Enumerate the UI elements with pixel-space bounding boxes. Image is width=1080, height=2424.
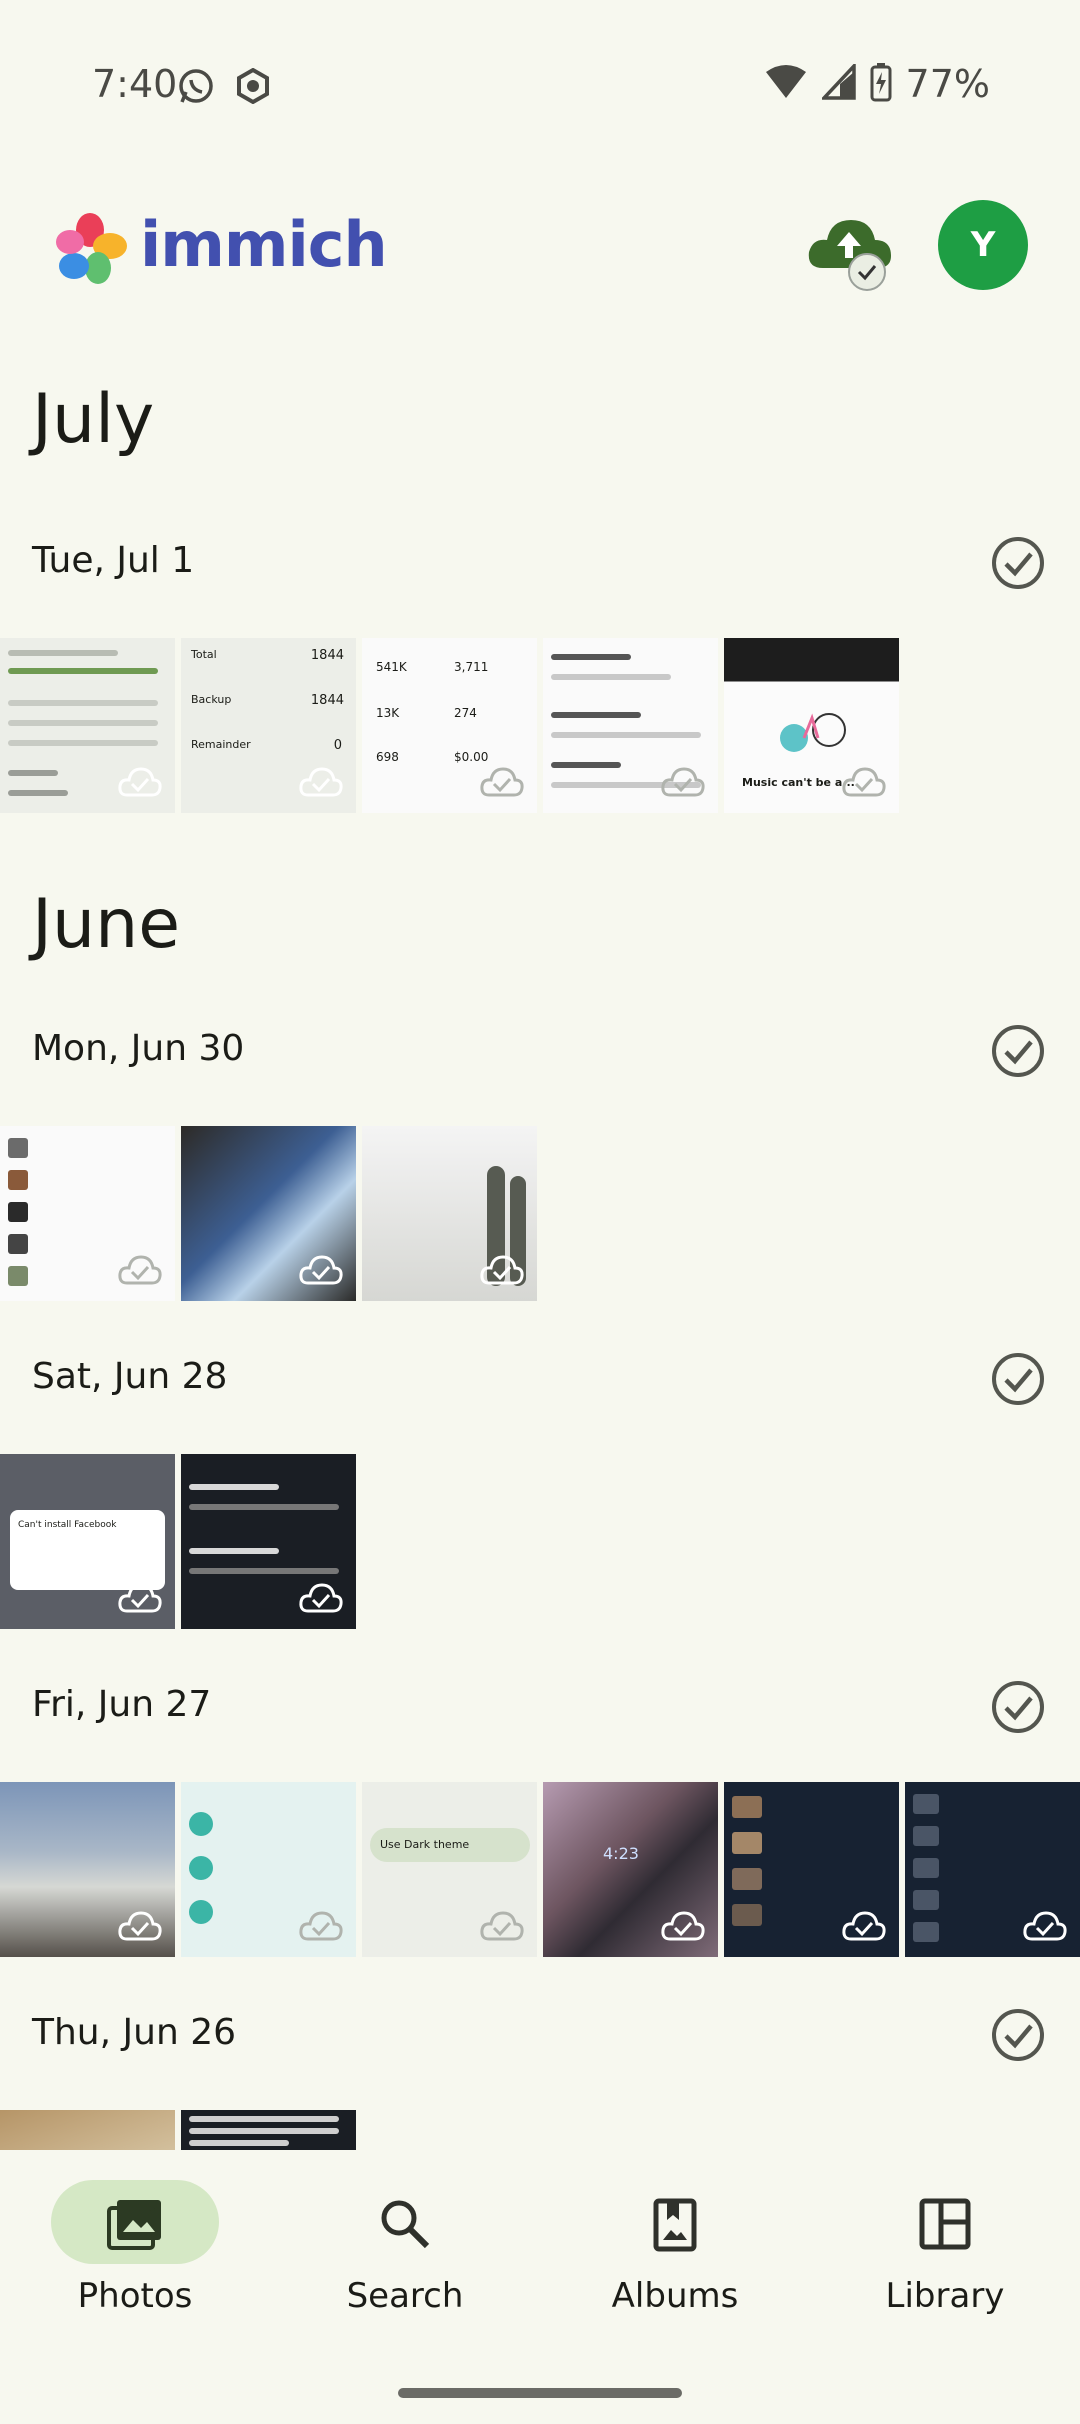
thumbnail-row	[0, 2110, 356, 2150]
photos-icon	[107, 2198, 163, 2254]
cloud-check-icon	[841, 1909, 887, 1947]
thumb-label: Backup	[191, 693, 232, 706]
nav-photos[interactable]: Photos	[0, 2180, 270, 2320]
cloud-check-icon	[479, 1909, 525, 1947]
thumb-label: Can't install Facebook	[18, 1520, 117, 1530]
photo-thumbnail[interactable]	[905, 1782, 1080, 1957]
thumb-label: Total	[191, 648, 217, 661]
avatar[interactable]: Y	[938, 200, 1028, 290]
photo-thumbnail[interactable]	[0, 1782, 175, 1957]
thumb-value: 698	[376, 750, 399, 764]
cloud-check-icon	[298, 1581, 344, 1619]
photo-thumbnail[interactable]	[181, 1782, 356, 1957]
thumb-label: Remainder	[191, 738, 251, 751]
photo-thumbnail[interactable]: Total 1844 Backup 1844 Remainder 0	[181, 638, 356, 813]
status-icons: 77%	[764, 61, 990, 106]
battery-charging-icon	[870, 62, 892, 106]
nav-label: Photos	[77, 2276, 193, 2316]
photo-thumbnail[interactable]	[724, 1782, 899, 1957]
battery-percentage: 77%	[905, 62, 990, 106]
cloud-check-icon	[117, 765, 163, 803]
cloud-check-icon	[1022, 1909, 1068, 1947]
shield-icon	[236, 67, 270, 108]
photo-thumbnail[interactable]	[181, 1454, 356, 1629]
cloud-check-icon	[660, 1909, 706, 1947]
albums-icon	[653, 2198, 697, 2256]
thumb-value: 3,711	[454, 660, 489, 674]
immich-logo-icon	[52, 210, 128, 290]
nav-search[interactable]: Search	[270, 2180, 540, 2320]
nav-label: Search	[346, 2276, 464, 2316]
photo-thumbnail[interactable]: Can't install Facebook	[0, 1454, 175, 1629]
backup-cloud-button[interactable]	[805, 212, 895, 294]
photo-thumbnail[interactable]	[0, 1126, 175, 1301]
thumb-value: 0	[333, 738, 342, 753]
day-heading: Mon, Jun 30	[32, 1028, 245, 1069]
nav-albums[interactable]: Albums	[540, 2180, 810, 2320]
whatsapp-icon	[176, 66, 216, 110]
photo-timeline[interactable]: July Tue, Jul 1 Total 1844 Backup 1844 R	[0, 380, 1080, 2150]
cloud-check-icon	[298, 1909, 344, 1947]
cloud-check-icon	[298, 765, 344, 803]
photo-thumbnail[interactable]	[0, 638, 175, 813]
select-day-check-icon[interactable]	[990, 535, 1046, 591]
thumb-value: 13K	[376, 706, 400, 720]
thumbnail-row	[0, 1126, 537, 1301]
photo-thumbnail[interactable]: 4:23	[543, 1782, 718, 1957]
cloud-check-icon	[298, 1253, 344, 1291]
photo-thumbnail[interactable]: 541K 3,711 13K 274 698 $0.00	[362, 638, 537, 813]
search-icon	[379, 2198, 431, 2254]
day-heading: Tue, Jul 1	[32, 540, 195, 581]
screen: 7:40 77% immich Y July Tue, Jul 1 Total …	[0, 0, 1080, 2424]
nav-label: Library	[885, 2276, 1005, 2316]
thumb-value: 1844	[310, 648, 344, 663]
nav-label: Albums	[611, 2276, 739, 2316]
photo-thumbnail[interactable]: Music can't be a...	[724, 638, 899, 813]
photo-thumbnail[interactable]	[0, 2110, 175, 2150]
nav-library[interactable]: Library	[810, 2180, 1080, 2320]
cloud-check-icon	[117, 1253, 163, 1291]
thumb-value: 1844	[310, 693, 344, 708]
app-header: immich Y	[0, 200, 1080, 300]
select-day-check-icon[interactable]	[990, 2007, 1046, 2063]
photo-thumbnail[interactable]	[543, 638, 718, 813]
cloud-check-icon	[479, 1253, 525, 1291]
thumb-label: Use Dark theme	[380, 1838, 470, 1851]
cloud-check-icon	[660, 765, 706, 803]
month-heading-june: June	[32, 885, 181, 964]
thumbnail-row: Use Dark theme 4:23	[0, 1782, 1080, 1957]
thumb-value: $0.00	[454, 750, 489, 764]
photo-thumbnail[interactable]: Use Dark theme	[362, 1782, 537, 1957]
thumbnail-row: Can't install Facebook	[0, 1454, 356, 1629]
cloud-check-icon	[117, 1909, 163, 1947]
app-name: immich	[140, 208, 388, 281]
home-indicator[interactable]	[398, 2388, 682, 2398]
cloud-check-icon	[841, 765, 887, 803]
status-bar: 7:40 77%	[0, 0, 1080, 175]
signal-icon	[819, 61, 856, 104]
month-heading-july: July	[32, 380, 155, 459]
thumb-value: 541K	[376, 660, 407, 674]
day-heading: Thu, Jun 26	[32, 2012, 237, 2053]
select-day-check-icon[interactable]	[990, 1351, 1046, 1407]
photo-thumbnail[interactable]	[181, 2110, 356, 2150]
bottom-navigation: Photos Search Albums Library	[0, 2160, 1080, 2320]
cloud-upload-icon	[808, 220, 891, 291]
thumb-label: 4:23	[603, 1844, 639, 1863]
photo-thumbnail[interactable]	[362, 1126, 537, 1301]
wifi-icon	[764, 64, 808, 104]
day-heading: Sat, Jun 28	[32, 1356, 228, 1397]
thumbnail-row: Total 1844 Backup 1844 Remainder 0 541K …	[0, 638, 899, 813]
cloud-check-icon	[117, 1581, 163, 1619]
photo-thumbnail[interactable]	[181, 1126, 356, 1301]
select-day-check-icon[interactable]	[990, 1679, 1046, 1735]
day-heading: Fri, Jun 27	[32, 1684, 212, 1725]
thumb-label: Music can't be a...	[742, 776, 855, 789]
select-day-check-icon[interactable]	[990, 1023, 1046, 1079]
status-time: 7:40	[92, 62, 178, 106]
cloud-check-icon	[479, 765, 525, 803]
library-icon	[919, 2198, 971, 2254]
thumb-value: 274	[454, 706, 477, 720]
